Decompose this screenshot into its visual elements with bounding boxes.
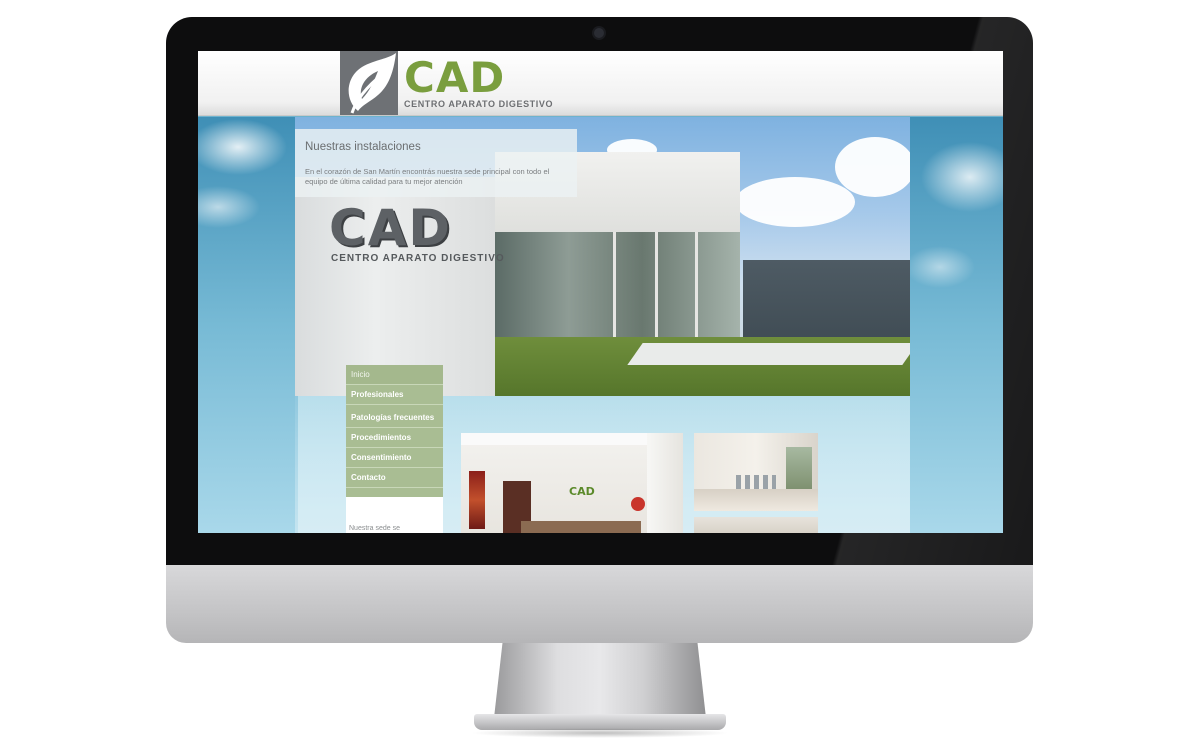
hero-caption: Nuestras instalaciones En el corazón de … — [295, 129, 577, 197]
leaf-capsule-icon — [340, 51, 398, 115]
thumb-desk — [521, 521, 641, 533]
thumb-floor — [694, 489, 818, 511]
monitor-chin — [166, 565, 1033, 643]
logo-text: CAD CENTRO APARATO DIGESTIVO — [398, 51, 553, 115]
side-note: Nuestra sede se — [349, 525, 400, 532]
thumb-chairs — [736, 475, 776, 489]
nav-item-inicio[interactable]: Inicio — [346, 365, 443, 385]
logo-word: CAD — [404, 52, 506, 102]
nav-item-profesionales[interactable]: Profesionales — [346, 385, 443, 405]
hero-text: En el corazón de San Martín encontrás nu… — [305, 167, 550, 186]
hero-photo: CAD CENTRO APARATO DIGESTIVO Nuestras in… — [295, 117, 910, 396]
building-sign: CAD — [329, 199, 452, 257]
background-sky-left — [198, 117, 298, 533]
thumb-logo: CAD — [569, 485, 595, 498]
site-header: CAD CENTRO APARATO DIGESTIVO — [198, 51, 1003, 116]
monitor-shadow — [470, 728, 730, 738]
gallery-thumb-waiting-room[interactable] — [694, 433, 818, 511]
site-logo[interactable]: CAD CENTRO APARATO DIGESTIVO — [340, 51, 553, 115]
monitor-stand-neck — [494, 643, 706, 718]
nav-item-contacto[interactable]: Contacto — [346, 468, 443, 488]
gallery-thumb-reception[interactable]: CAD — [461, 433, 683, 533]
thumb-window — [647, 433, 683, 533]
sidebar-panel: Nuestra sede se — [346, 497, 443, 533]
cloud — [735, 177, 855, 227]
hero-title: Nuestras instalaciones — [305, 141, 421, 153]
logo-subtitle: CENTRO APARATO DIGESTIVO — [404, 98, 554, 109]
garden-path — [627, 343, 910, 365]
nav-item-consentimiento[interactable]: Consentimiento — [346, 448, 443, 468]
thumb-plant — [631, 497, 645, 511]
thumb-logo-word: CAD — [569, 485, 595, 498]
gallery-thumb-partial[interactable] — [694, 517, 818, 533]
camera-icon — [594, 28, 604, 38]
thumb-glass-door — [786, 447, 812, 491]
cloud — [835, 137, 910, 197]
background-sky-right — [910, 117, 1003, 533]
monitor-screen: CAD CENTRO APARATO DIGESTIVO CAD CENTRO … — [198, 51, 1003, 533]
nav-item-patologias[interactable]: Patologías frecuentes — [346, 408, 443, 428]
main-nav: Inicio Profesionales Patologías frecuent… — [346, 365, 443, 497]
content-column: CAD CENTRO APARATO DIGESTIVO Nuestras in… — [295, 117, 910, 533]
nav-item-procedimientos[interactable]: Procedimientos — [346, 428, 443, 448]
building-sign-subtitle: CENTRO APARATO DIGESTIVO — [331, 253, 505, 264]
thumb-artwork — [469, 471, 485, 529]
